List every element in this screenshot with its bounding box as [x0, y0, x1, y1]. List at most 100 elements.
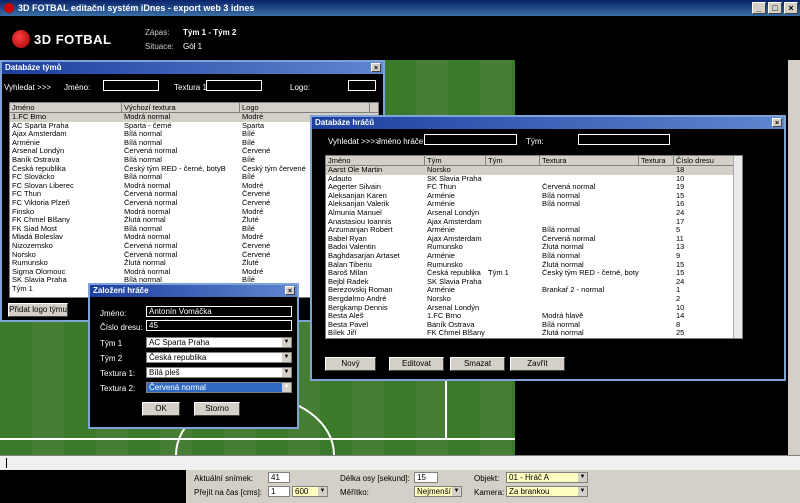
table-row[interactable]: Berezovskij Roman Arménie Brankař 2 - norm…: [326, 286, 742, 295]
table-cell: Nizozemsko: [12, 241, 53, 250]
table-row[interactable]: Anastasiou Ioannis Ajax Amsterdam 17: [326, 218, 742, 227]
goto-time-select[interactable]: 600 ▼: [292, 486, 328, 497]
table-row[interactable]: Aleksanjan Valerik Arménie Bílá normal 16: [326, 200, 742, 209]
maximize-button[interactable]: □: [768, 2, 782, 14]
table-row[interactable]: Bejbl Radek SK Slavia Praha 24: [326, 278, 742, 287]
players-window-titlebar[interactable]: Databáze hráčů ×: [312, 117, 784, 129]
cp-texture1-label: Textura 1:: [100, 369, 136, 378]
table-cell: 2: [676, 294, 681, 303]
table-row[interactable]: Besta Aleš 1.FC Brno Modrá hlavě 14: [326, 312, 742, 321]
team-name-input[interactable]: [103, 80, 159, 91]
col-header-player-name[interactable]: Jméno: [326, 156, 425, 165]
col-header-team2[interactable]: Tým: [486, 156, 540, 165]
scale-select[interactable]: Nejmenší ▼: [414, 486, 462, 497]
table-cell: Žlutá normal: [542, 243, 584, 252]
table-cell: [639, 192, 674, 201]
table-cell: 13: [676, 243, 685, 252]
new-player-button[interactable]: Nový: [325, 357, 376, 371]
cp-name-label: Jméno:: [100, 309, 127, 318]
col-header-texture1[interactable]: Textura: [540, 156, 639, 165]
table-cell: [639, 329, 674, 338]
table-cell: Bergkamp Dennis: [328, 303, 388, 312]
team-texture-label: Textura 1:: [174, 83, 210, 92]
timeline-marker[interactable]: [6, 458, 7, 468]
delete-player-button[interactable]: Smazat: [450, 357, 505, 371]
table-cell: Modrá normal: [124, 267, 171, 276]
edit-player-button[interactable]: Editovat: [389, 357, 444, 371]
table-row[interactable]: Bergdølmo André Norsko 2: [326, 295, 742, 304]
table-row[interactable]: Balan Tiberiu Rumunsko Žlutá normal 15: [326, 261, 742, 270]
table-cell: FC Thun: [12, 190, 42, 199]
goto-time-input[interactable]: 1: [268, 486, 290, 497]
table-row[interactable]: Aleksanjan Karen Arménie Bílá normal 15: [326, 192, 742, 201]
col-header-texture[interactable]: Výchozí textura: [122, 103, 240, 112]
table-cell: Aegerter Silvain: [328, 183, 381, 192]
cp-jersey-input[interactable]: 45: [146, 320, 292, 331]
player-search-label: Vyhledat >>>>: [328, 137, 380, 146]
table-row[interactable]: Adauto SK Slavia Praha 10: [326, 175, 742, 184]
player-name-input[interactable]: [424, 134, 517, 145]
table-cell: Český tým RED - černé, botyB: [124, 164, 226, 173]
table-row[interactable]: Bílek Jiří FK Chmel Blšany Žlutá normal 25: [326, 329, 742, 338]
players-table[interactable]: Jméno Tým Tým Textura Textura Číslo dres…: [325, 155, 743, 339]
close-window-button[interactable]: ×: [784, 2, 798, 14]
table-row[interactable]: Babel Ryan Ajax Amsterdam Červená normal 11: [326, 235, 742, 244]
object-select[interactable]: 01 - Hráč A ▼: [506, 472, 588, 483]
table-row[interactable]: Arzumanjan Robert Arménie Bílá normal 5: [326, 226, 742, 235]
table-cell: Arsenal Londýn: [427, 208, 480, 217]
table-cell: Badoi Valentin: [328, 243, 376, 252]
table-cell: Arsenal Londýn: [12, 147, 65, 156]
players-table-scrollbar[interactable]: [733, 156, 742, 338]
table-cell: Baník Ostrava: [12, 155, 60, 164]
players-window: Databáze hráčů × Vyhledat >>>> Jméno hrá…: [310, 115, 786, 381]
table-cell: Baghdasarjan Artaset: [328, 251, 400, 260]
close-icon[interactable]: ×: [371, 63, 381, 72]
col-header-team1[interactable]: Tým: [425, 156, 486, 165]
search-label: Vyhledat >>>: [4, 83, 52, 92]
cp-texture2-select[interactable]: Červená normal ▼: [146, 382, 292, 393]
table-cell: 8: [676, 320, 681, 329]
table-row[interactable]: Baghdasarjan Artaset Arménie Bílá normal 9: [326, 252, 742, 261]
table-cell: Anastasiou Ioannis: [328, 217, 392, 226]
window-titlebar: 3D FOTBAL editační systém iDnes - export…: [0, 0, 800, 16]
table-row[interactable]: Besta Pavel Baník Ostrava Bílá normal 8: [326, 321, 742, 330]
axis-length-label: Délka osy [sekund]:: [340, 474, 410, 483]
teams-window-titlebar[interactable]: Databáze týmů ×: [2, 62, 383, 74]
cp-texture1-select[interactable]: Bílá pleš ▼: [146, 367, 292, 378]
cp-name-input[interactable]: Antonín Vomáčka: [146, 306, 292, 317]
minimize-button[interactable]: _: [752, 2, 766, 14]
player-team-input[interactable]: [578, 134, 670, 145]
table-row[interactable]: Baroš Milan Česká republika Tým 1 Český tým…: [326, 269, 742, 278]
close-icon[interactable]: ×: [772, 118, 782, 127]
close-icon[interactable]: ×: [285, 286, 295, 295]
col-header-logo[interactable]: Logo: [240, 103, 370, 112]
col-header-jersey[interactable]: Číslo dresu: [674, 156, 735, 165]
table-row[interactable]: Bergkamp Dennis Arsenal Londýn 10: [326, 304, 742, 313]
table-cell: Červená normal: [124, 198, 178, 207]
chevron-down-icon: ▼: [282, 368, 291, 377]
col-header-texture2[interactable]: Textura: [639, 156, 674, 165]
table-row[interactable]: Badoi Valentin Rumunsko Žlutá normal 13: [326, 243, 742, 252]
timeline[interactable]: [0, 455, 800, 470]
players-table-header: Jméno Tým Tým Textura Textura Číslo dres…: [326, 156, 742, 166]
axis-length-input[interactable]: 15: [414, 472, 438, 483]
current-frame-input[interactable]: 41: [268, 472, 290, 483]
table-cell: [486, 218, 540, 227]
table-cell: Arménie: [427, 251, 455, 260]
team-logo-input[interactable]: [348, 80, 376, 91]
col-header-name[interactable]: Jméno: [10, 103, 122, 112]
table-row[interactable]: Aarst Ole Martin Norsko 18: [326, 166, 742, 175]
cancel-button[interactable]: Storno: [194, 402, 240, 416]
cp-team1-select[interactable]: AC Sparta Praha ▼: [146, 337, 292, 348]
ok-button[interactable]: OK: [142, 402, 180, 416]
vertical-scrollbar[interactable]: [788, 60, 800, 455]
table-row[interactable]: Aegerter Silvain FC Thun Červená normal 19: [326, 183, 742, 192]
create-player-titlebar[interactable]: Založení hráče ×: [90, 285, 297, 297]
table-row[interactable]: Almunia Manuel Arsenal Londýn 24: [326, 209, 742, 218]
close-players-button[interactable]: Zavřít: [510, 357, 565, 371]
add-logo-button[interactable]: Přidat logo týmu: [8, 303, 68, 317]
cp-team2-select[interactable]: Česká republika ▼: [146, 352, 292, 363]
team-texture-input[interactable]: [206, 80, 262, 91]
camera-select[interactable]: Za brankou ▼: [506, 486, 588, 497]
table-cell: FK Siad Most: [12, 224, 58, 233]
